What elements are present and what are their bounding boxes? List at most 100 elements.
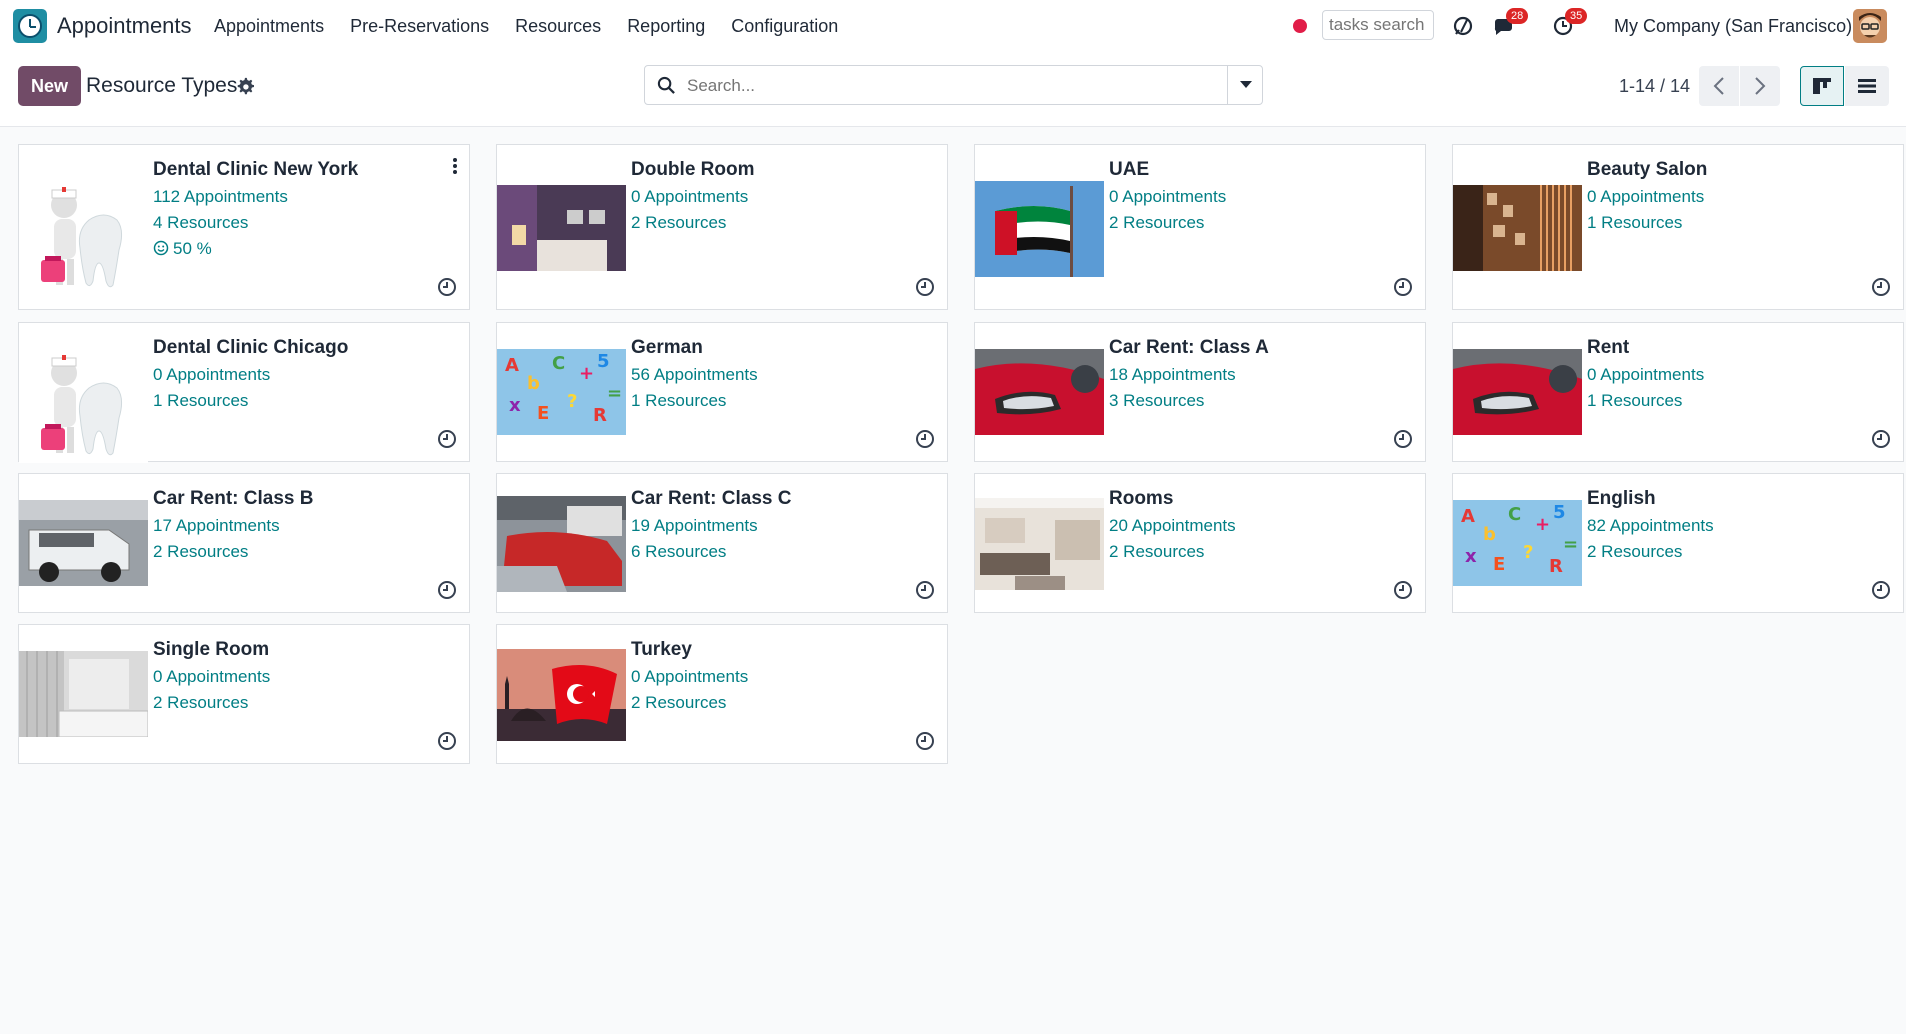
menu-reporting[interactable]: Reporting [627, 16, 705, 37]
list-icon [1858, 79, 1876, 93]
kanban-icon [1813, 78, 1831, 94]
pager-next-button[interactable] [1740, 66, 1780, 106]
resource-type-card[interactable]: Car Rent: Class C 19 Appointments 6 Resour… [496, 473, 948, 613]
new-button[interactable]: New [18, 66, 81, 106]
appointments-count-link[interactable]: 18 Appointments [1109, 365, 1236, 385]
resources-count-link[interactable]: 2 Resources [153, 542, 248, 562]
resources-count-link[interactable]: 2 Resources [1109, 213, 1204, 233]
messages-icon[interactable]: 28 [1490, 8, 1529, 40]
svg-text:A: A [1461, 506, 1475, 527]
activity-clock-icon[interactable] [1393, 277, 1413, 297]
recording-indicator[interactable] [1293, 19, 1307, 33]
card-title: English [1587, 488, 1656, 509]
user-avatar[interactable] [1853, 9, 1887, 43]
activity-clock-icon[interactable] [915, 277, 935, 297]
appointments-count-link[interactable]: 0 Appointments [1587, 365, 1704, 385]
activity-clock-icon[interactable] [1393, 429, 1413, 449]
activity-clock-icon[interactable] [1871, 277, 1891, 297]
activity-clock-icon[interactable] [437, 277, 457, 297]
card-menu-dots-icon[interactable] [452, 157, 458, 175]
card-title: Car Rent: Class A [1109, 337, 1269, 358]
company-switcher[interactable]: My Company (San Francisco) [1614, 16, 1852, 37]
resource-type-card[interactable]: Beauty Salon 0 Appointments 1 Resources [1452, 144, 1904, 310]
appointments-app-icon[interactable] [13, 9, 47, 43]
activity-clock-icon[interactable] [437, 731, 457, 751]
menu-resources[interactable]: Resources [515, 16, 601, 37]
resource-type-card[interactable]: Double Room 0 Appointments 2 Resources [496, 144, 948, 310]
svg-text:R: R [1549, 556, 1563, 577]
activity-clock-icon[interactable] [1871, 429, 1891, 449]
card-image [975, 181, 1104, 277]
activity-clock-icon[interactable] [1871, 580, 1891, 600]
appointments-count-link[interactable]: 0 Appointments [1109, 187, 1226, 207]
activity-clock-icon[interactable] [437, 580, 457, 600]
pager-previous-button[interactable] [1699, 66, 1739, 106]
resource-type-card[interactable]: Dental Clinic Chicago 0 Appointments 1 Res… [18, 322, 470, 463]
gear-icon[interactable] [236, 77, 254, 95]
kanban-view-button[interactable] [1800, 66, 1844, 106]
card-image [19, 333, 148, 463]
menu-pre-reservations[interactable]: Pre-Reservations [350, 16, 489, 37]
card-title: Dental Clinic New York [153, 159, 359, 180]
resource-type-card[interactable]: Dental Clinic New York 112 Appointments 4 … [18, 144, 470, 310]
activities-clock-icon[interactable]: 35 [1549, 8, 1588, 40]
card-title: German [631, 337, 703, 358]
resources-count-link[interactable]: 1 Resources [631, 391, 726, 411]
card-image [19, 165, 148, 295]
activity-clock-icon[interactable] [915, 580, 935, 600]
resources-count-link[interactable]: 2 Resources [1109, 542, 1204, 562]
resource-type-card[interactable]: Single Room 0 Appointments 2 Resources [18, 624, 470, 764]
list-view-button[interactable] [1845, 66, 1889, 106]
menu-appointments[interactable]: Appointments [214, 16, 324, 37]
appointments-count-link[interactable]: 112 Appointments [153, 187, 288, 207]
resources-count-link[interactable]: 2 Resources [153, 693, 248, 713]
search-options-toggle[interactable] [1227, 66, 1264, 104]
appointments-count-link[interactable]: 82 Appointments [1587, 516, 1714, 536]
resources-count-link[interactable]: 1 Resources [1587, 213, 1682, 233]
search-input[interactable] [685, 74, 1209, 98]
main-menu: Appointments Pre-Reservations Resources … [214, 16, 864, 37]
activities-count-badge: 35 [1565, 8, 1588, 24]
appointments-count-link[interactable]: 0 Appointments [153, 667, 270, 687]
appointments-count-link[interactable]: 0 Appointments [153, 365, 270, 385]
app-name[interactable]: Appointments [57, 13, 192, 39]
resources-count-link[interactable]: 3 Resources [1109, 391, 1204, 411]
resources-count-link[interactable]: 2 Resources [631, 693, 726, 713]
resources-count-link[interactable]: 2 Resources [1587, 542, 1682, 562]
activity-clock-icon[interactable] [1393, 580, 1413, 600]
appointments-count-link[interactable]: 17 Appointments [153, 516, 280, 536]
appointments-count-link[interactable]: 0 Appointments [631, 667, 748, 687]
resource-type-card[interactable]: Car Rent: Class B 17 Appointments 2 Resour… [18, 473, 470, 613]
menu-configuration[interactable]: Configuration [731, 16, 838, 37]
activity-clock-icon[interactable] [915, 731, 935, 751]
top-navbar: Appointments Appointments Pre-Reservatio… [0, 0, 1906, 52]
resource-type-card[interactable]: Turkey 0 Appointments 2 Resources [496, 624, 948, 764]
resources-count-link[interactable]: 4 Resources [153, 213, 248, 233]
resources-count-link[interactable]: 1 Resources [1587, 391, 1682, 411]
pager-value[interactable]: 1-14 / 14 [1619, 76, 1690, 97]
resources-count-link[interactable]: 2 Resources [631, 213, 726, 233]
resource-type-card[interactable]: Ab C +5 x E? R = English 82 Appointments 2 Resour… [1452, 473, 1904, 613]
svg-text:5: 5 [597, 351, 610, 372]
resource-type-card[interactable]: Rent 0 Appointments 1 Resources [1452, 322, 1904, 462]
svg-text:=: = [607, 383, 622, 404]
svg-text:5: 5 [1553, 502, 1566, 523]
resource-type-card[interactable]: UAE 0 Appointments 2 Resources [974, 144, 1426, 310]
appointments-count-link[interactable]: 19 Appointments [631, 516, 758, 536]
card-image [497, 649, 626, 741]
card-image: Ab C +5 x E? R = [497, 349, 626, 435]
tasks-search-input[interactable] [1322, 10, 1434, 40]
resource-type-card[interactable]: Ab C +5 x E? R = German 56 Appointments 1 Resourc… [496, 322, 948, 462]
appointments-count-link[interactable]: 56 Appointments [631, 365, 758, 385]
activity-clock-icon[interactable] [915, 429, 935, 449]
resource-type-card[interactable]: Car Rent: Class A 18 Appointments 3 Resour… [974, 322, 1426, 462]
appointments-count-link[interactable]: 0 Appointments [631, 187, 748, 207]
chevron-left-icon [1713, 77, 1724, 95]
voip-icon[interactable] [1449, 12, 1477, 40]
appointments-count-link[interactable]: 20 Appointments [1109, 516, 1236, 536]
activity-clock-icon[interactable] [437, 429, 457, 449]
resource-type-card[interactable]: Rooms 20 Appointments 2 Resources [974, 473, 1426, 613]
appointments-count-link[interactable]: 0 Appointments [1587, 187, 1704, 207]
resources-count-link[interactable]: 1 Resources [153, 391, 248, 411]
resources-count-link[interactable]: 6 Resources [631, 542, 726, 562]
